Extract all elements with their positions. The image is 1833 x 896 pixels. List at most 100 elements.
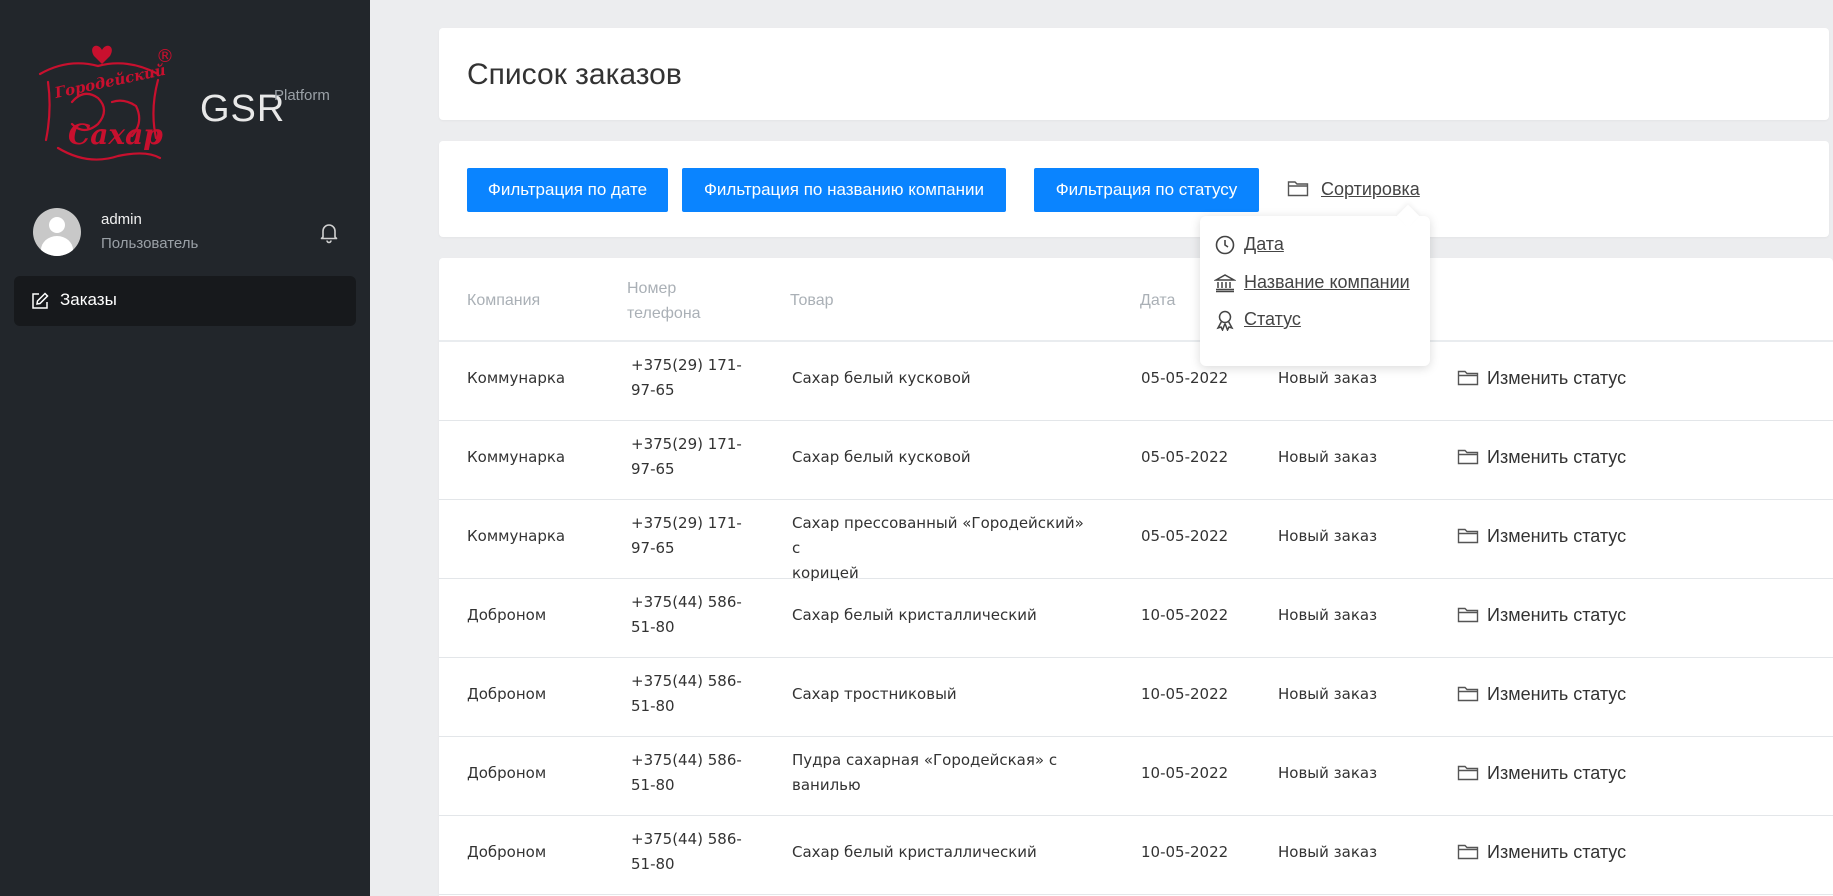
cell-company: Коммунарка (467, 369, 566, 387)
change-status-button[interactable]: Изменить статус (1457, 524, 1626, 549)
change-status-label: Изменить статус (1487, 842, 1627, 862)
table-header: Компания Номер телефона Товар Дата (439, 276, 1833, 336)
orders-table: Компания Номер телефона Товар Дата Комму… (439, 258, 1833, 896)
cell-date: 10-05-2022 (1141, 764, 1229, 782)
table-row: Доброном +375(44) 586- 51-80 Пудра сахарная… (439, 737, 1833, 816)
sort-menu: Дата Название компании Статус (1200, 204, 1430, 366)
cell-status: Новый заказ (1278, 448, 1378, 466)
award-icon (1214, 309, 1236, 332)
column-header-phone[interactable]: Номер телефона (627, 276, 701, 326)
cell-date: 05-05-2022 (1141, 369, 1229, 387)
cell-phone-line2: 51-80 (631, 855, 675, 873)
change-status-button[interactable]: Изменить статус (1457, 840, 1626, 865)
cell-product: Сахар белый кусковой (792, 445, 1092, 470)
cell-phone: +375(44) 586- 51-80 (631, 590, 751, 640)
sidebar-item-orders[interactable]: Заказы (14, 276, 356, 326)
change-status-button[interactable]: Изменить статус (1457, 445, 1626, 470)
avatar[interactable] (33, 208, 81, 256)
filter-by-status-button[interactable]: Фильтрация по статусу (1034, 168, 1259, 212)
cell-product-line1: Сахар белый кусковой (792, 369, 971, 387)
cell-product-line1: Сахар белый кристаллический (792, 606, 1037, 624)
cell-status: Новый заказ (1278, 369, 1378, 387)
table-row: Доброном +375(44) 586- 51-80 Сахар тростник… (439, 658, 1833, 737)
cell-phone-line2: 97-65 (631, 460, 675, 478)
cell-phone-line2: 51-80 (631, 776, 675, 794)
cell-phone-line1: +375(44) 586- (631, 672, 742, 690)
change-status-button[interactable]: Изменить статус (1457, 761, 1626, 786)
change-status-label: Изменить статус (1487, 605, 1627, 625)
cell-product-line1: Сахар белый кристаллический (792, 843, 1037, 861)
cell-date: 05-05-2022 (1141, 527, 1229, 545)
logo-text-bottom: Сахар (68, 118, 163, 151)
clock-icon (1214, 234, 1236, 256)
change-status-label: Изменить статус (1487, 763, 1627, 783)
column-header-date[interactable]: Дата (1140, 288, 1175, 313)
change-status-label: Изменить статус (1487, 368, 1627, 388)
bank-icon (1213, 272, 1237, 294)
cell-company: Коммунарка (467, 527, 566, 545)
cell-product: Сахар тростниковый (792, 682, 1092, 707)
cell-product-line1: Пудра сахарная «Городейская» с (792, 751, 1058, 769)
bell-icon[interactable] (317, 220, 341, 244)
cell-product-line2: ванилью (792, 776, 861, 794)
title-card: Список заказов (439, 28, 1829, 120)
folder-icon (1457, 684, 1479, 702)
cell-phone-line1: +375(29) 171- (631, 356, 742, 374)
folder-icon (1457, 368, 1479, 386)
user-role: Пользователь (101, 235, 199, 252)
sort-menu-label: Статус (1244, 309, 1301, 329)
cell-date: 10-05-2022 (1141, 843, 1229, 861)
table-row: Доброном +375(44) 586- 51-80 Сахар белый кр… (439, 816, 1833, 895)
cell-status: Новый заказ (1278, 606, 1378, 624)
gorodeysky-sugar-logo[interactable]: Городейский Сахар ® (28, 40, 188, 170)
cell-phone-line1: +375(44) 586- (631, 593, 742, 611)
change-status-button[interactable]: Изменить статус (1457, 682, 1626, 707)
cell-phone-line1: +375(44) 586- (631, 830, 742, 848)
cell-phone: +375(29) 171- 97-65 (631, 432, 751, 482)
cell-phone-line2: 51-80 (631, 697, 675, 715)
cell-product: Пудра сахарная «Городейская» с ванилью (792, 748, 1092, 798)
column-header-phone-line1: Номер (627, 280, 677, 297)
sort-label: Сортировка (1321, 179, 1420, 199)
cell-phone-line2: 51-80 (631, 618, 675, 636)
sidebar: Городейский Сахар ® GSR Platform admin П… (0, 0, 370, 896)
cell-phone: +375(29) 171- 97-65 (631, 511, 751, 561)
cell-product-line1: Сахар прессованный «Городейский» с (792, 514, 1084, 557)
folder-icon (1457, 605, 1479, 623)
sort-menu-label: Дата (1244, 234, 1284, 254)
filter-by-company-button[interactable]: Фильтрация по названию компании (682, 168, 1006, 212)
sort-menu-label: Название компании (1244, 272, 1410, 292)
edit-icon (30, 291, 50, 311)
column-header-product[interactable]: Товар (790, 288, 834, 313)
change-status-button[interactable]: Изменить статус (1457, 603, 1626, 628)
table-row: Коммунарка +375(29) 171- 97-65 Сахар белый … (439, 342, 1833, 421)
folder-icon (1457, 447, 1479, 465)
change-status-label: Изменить статус (1487, 526, 1627, 546)
cell-product: Сахар белый кристаллический (792, 840, 1092, 865)
cell-company: Доброном (467, 843, 547, 861)
table-row: Коммунарка +375(29) 171- 97-65 Сахар прессо… (439, 500, 1833, 582)
cell-status: Новый заказ (1278, 527, 1378, 545)
cell-date: 10-05-2022 (1141, 685, 1229, 703)
column-header-phone-line2: телефона (627, 305, 701, 322)
cell-phone: +375(44) 586- 51-80 (631, 827, 751, 877)
cell-status: Новый заказ (1278, 764, 1378, 782)
change-status-button[interactable]: Изменить статус (1457, 366, 1626, 391)
cell-phone: +375(29) 171- 97-65 (631, 353, 751, 403)
cell-phone-line1: +375(29) 171- (631, 514, 742, 532)
logo-text-top: Городейский (52, 61, 167, 102)
cell-phone: +375(44) 586- 51-80 (631, 748, 751, 798)
brand-subtitle: Platform (274, 87, 330, 104)
cell-phone-line1: +375(29) 171- (631, 435, 742, 453)
cell-company: Доброном (467, 685, 547, 703)
filter-by-date-button[interactable]: Фильтрация по дате (467, 168, 668, 212)
cell-phone: +375(44) 586- 51-80 (631, 669, 751, 719)
cell-phone-line1: +375(44) 586- (631, 751, 742, 769)
column-header-company[interactable]: Компания (467, 288, 540, 313)
table-row: Доброном +375(44) 586- 51-80 Сахар белый кр… (439, 579, 1833, 658)
folder-icon (1457, 526, 1479, 544)
table-row: Коммунарка +375(29) 171- 97-65 Сахар белый … (439, 421, 1833, 500)
page-title: Список заказов (467, 58, 682, 91)
folder-icon (1457, 842, 1479, 860)
change-status-label: Изменить статус (1487, 447, 1627, 467)
